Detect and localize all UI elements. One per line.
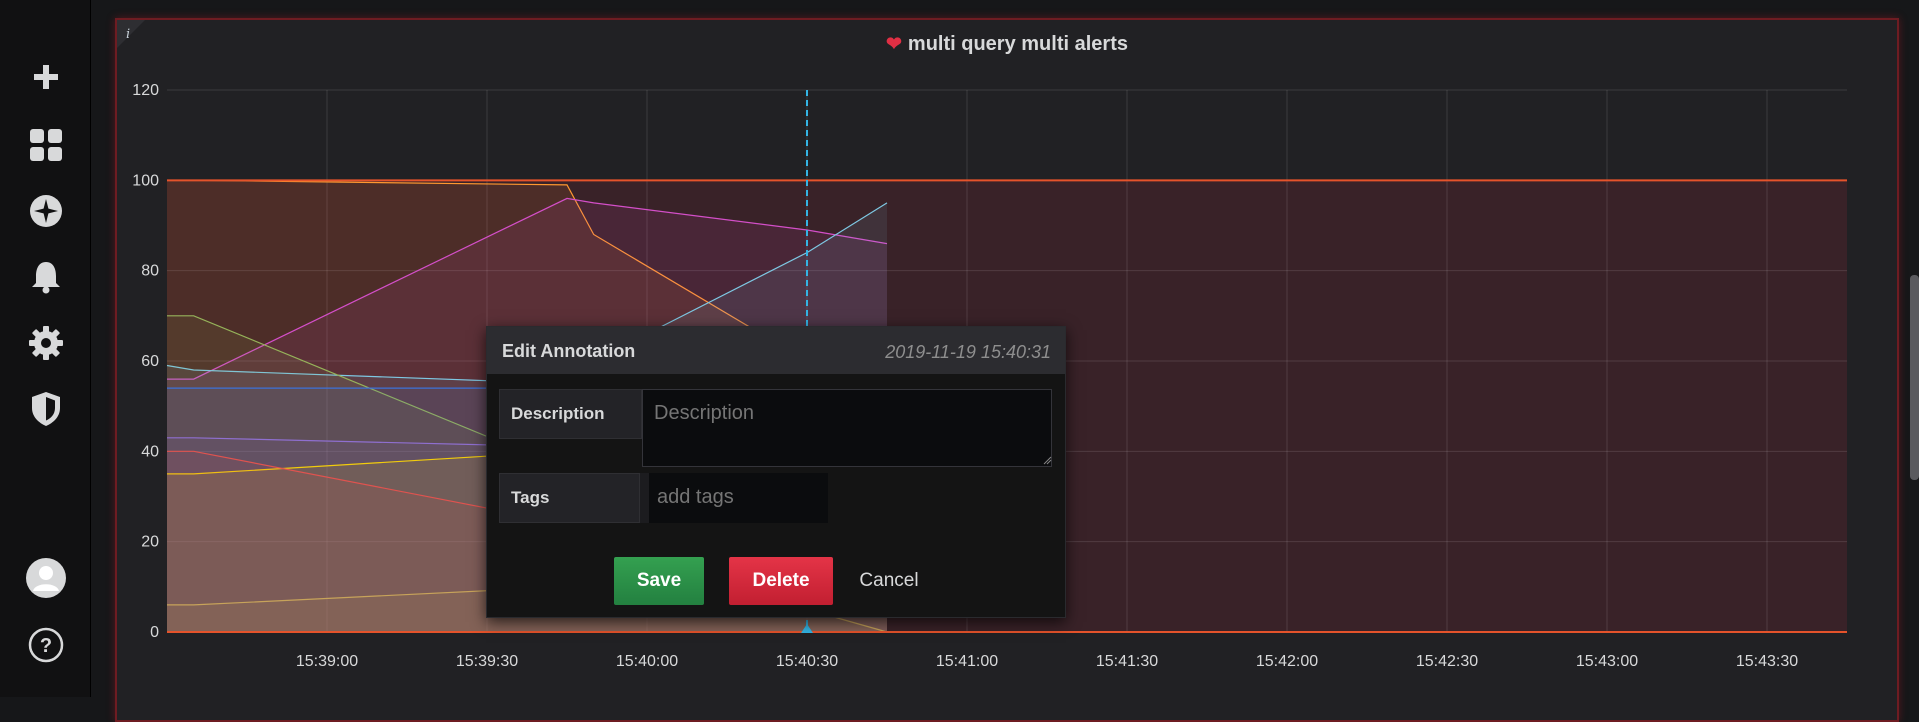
server-admin-icon[interactable] bbox=[22, 385, 70, 433]
delete-button[interactable]: Delete bbox=[729, 557, 833, 605]
svg-text:?: ? bbox=[40, 635, 52, 657]
x-tick-label: 15:43:00 bbox=[1576, 653, 1638, 670]
description-input[interactable] bbox=[642, 389, 1052, 467]
dialog-header: Edit Annotation 2019-11-19 15:40:31 bbox=[487, 327, 1065, 374]
cancel-button[interactable]: Cancel bbox=[849, 557, 929, 605]
x-tick-label: 15:40:30 bbox=[776, 653, 838, 670]
y-tick-label: 100 bbox=[132, 172, 159, 189]
x-tick-label: 15:40:00 bbox=[616, 653, 678, 670]
y-tick-label: 120 bbox=[132, 82, 159, 99]
alerting-icon[interactable] bbox=[22, 253, 70, 301]
resize-handle-icon[interactable] bbox=[1042, 455, 1052, 465]
configuration-icon[interactable] bbox=[22, 319, 70, 367]
x-tick-label: 15:42:30 bbox=[1416, 653, 1478, 670]
x-tick-label: 15:41:00 bbox=[936, 653, 998, 670]
y-tick-label: 20 bbox=[141, 534, 159, 551]
save-button[interactable]: Save bbox=[614, 557, 704, 605]
add-icon[interactable] bbox=[22, 53, 70, 101]
x-tick-label: 15:39:00 bbox=[296, 653, 358, 670]
side-menu: ? bbox=[0, 0, 91, 697]
x-tick-label: 15:41:30 bbox=[1096, 653, 1158, 670]
y-tick-label: 0 bbox=[150, 624, 159, 641]
y-tick-label: 80 bbox=[141, 263, 159, 280]
y-tick-label: 40 bbox=[141, 443, 159, 460]
annotation-timestamp: 2019-11-19 15:40:31 bbox=[885, 342, 1051, 362]
y-tick-label: 60 bbox=[141, 353, 159, 370]
x-tick-label: 15:39:30 bbox=[456, 653, 518, 670]
tags-field bbox=[640, 473, 828, 523]
tags-input[interactable] bbox=[649, 473, 827, 521]
x-tick-label: 15:43:30 bbox=[1736, 653, 1798, 670]
explore-icon[interactable] bbox=[22, 187, 70, 235]
x-tick-label: 15:42:00 bbox=[1256, 653, 1318, 670]
dialog-title: Edit Annotation bbox=[502, 341, 636, 361]
tags-label: Tags bbox=[499, 473, 640, 523]
profile-avatar-icon[interactable] bbox=[22, 554, 70, 602]
help-icon[interactable]: ? bbox=[22, 621, 70, 669]
page-scrollbar[interactable] bbox=[1910, 275, 1919, 480]
edit-annotation-dialog: Edit Annotation 2019-11-19 15:40:31 Desc… bbox=[486, 326, 1066, 618]
dashboards-icon[interactable] bbox=[22, 121, 70, 169]
description-label: Description bbox=[499, 389, 642, 439]
